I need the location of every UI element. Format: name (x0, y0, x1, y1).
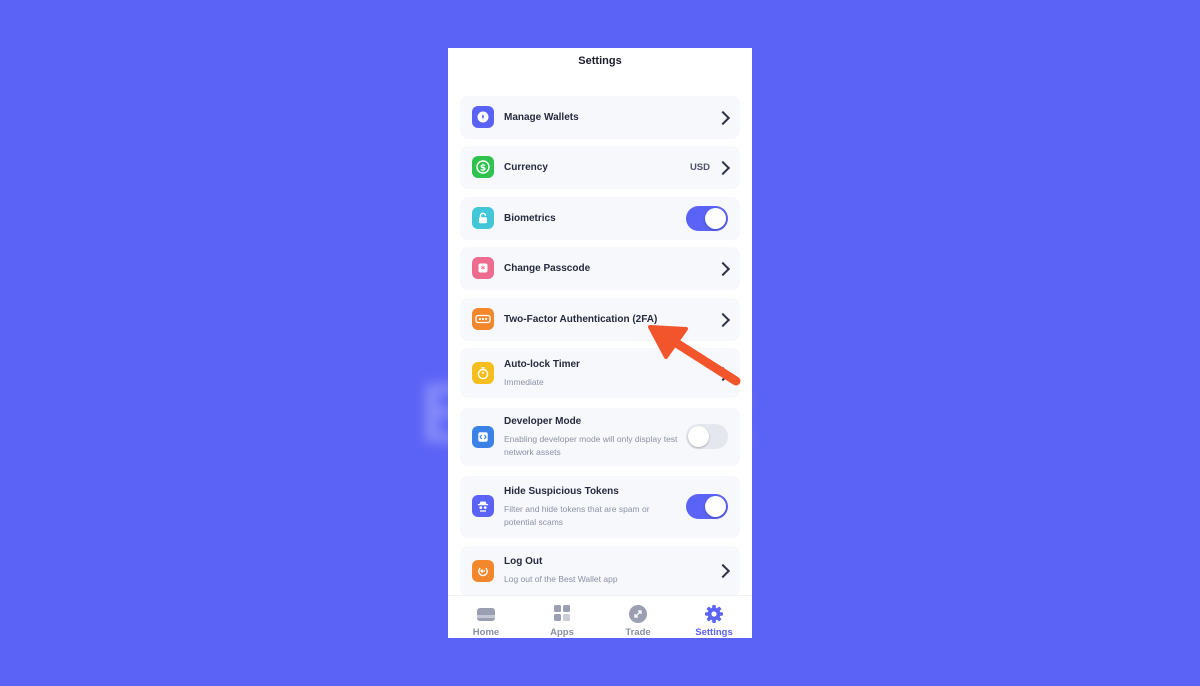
svg-text:*: * (481, 265, 486, 275)
bottom-tab-bar: Home Apps Trade Settings (448, 595, 752, 638)
grid-icon (554, 605, 570, 621)
logout-icon (472, 560, 494, 582)
settings-item-label: Developer Mode (504, 416, 582, 427)
settings-item-manage-wallets[interactable]: Manage Wallets (460, 96, 740, 139)
toggle-knob (688, 426, 709, 447)
settings-item-label: Biometrics (504, 213, 556, 224)
chevron-right-icon (715, 160, 731, 176)
settings-item-auto-lock[interactable]: Auto-lock Timer Immediate (460, 348, 740, 398)
settings-item-subtitle: Log out of the Best Wallet app (504, 574, 618, 584)
phone-screen: Settings Manage Wallets $ Currency USD B… (448, 48, 752, 638)
tab-label: Home (472, 627, 500, 638)
settings-item-label: Log Out (504, 556, 543, 567)
page-title: Settings (578, 55, 622, 67)
spy-icon (472, 495, 494, 517)
chevron-right-icon (715, 366, 731, 382)
gear-icon (705, 605, 723, 623)
developer-mode-toggle[interactable] (686, 424, 728, 449)
timer-icon (472, 362, 494, 384)
chevron-right-icon (715, 261, 731, 277)
settings-item-change-passcode[interactable]: * Change Passcode (460, 247, 740, 290)
asterisk-icon: * (472, 257, 494, 279)
settings-item-biometrics: Biometrics (460, 197, 740, 240)
swap-icon (629, 605, 647, 623)
settings-item-log-out[interactable]: Log Out Log out of the Best Wallet app (460, 546, 740, 596)
settings-item-currency[interactable]: $ Currency USD (460, 146, 740, 189)
settings-item-hide-suspicious-tokens: Hide Suspicious Tokens Filter and hide t… (460, 476, 740, 538)
toggle-knob (705, 496, 726, 517)
tab-settings[interactable]: Settings (676, 596, 752, 638)
dollar-icon: $ (472, 156, 494, 178)
lock-icon (472, 207, 494, 229)
tab-label: Settings (695, 627, 733, 638)
settings-item-label: Change Passcode (504, 263, 591, 274)
biometrics-toggle[interactable] (686, 206, 728, 231)
settings-item-label: Two-Factor Authentication (2FA) (504, 314, 658, 325)
settings-item-label: Hide Suspicious Tokens (504, 486, 619, 497)
settings-item-label: Currency (504, 162, 548, 173)
tab-home[interactable]: Home (448, 596, 524, 638)
chevron-right-icon (715, 563, 731, 579)
hide-suspicious-tokens-toggle[interactable] (686, 494, 728, 519)
tab-label: Apps (550, 627, 574, 638)
wallet-card-icon (477, 608, 495, 621)
code-icon (472, 426, 494, 448)
toggle-knob (705, 208, 726, 229)
settings-item-two-factor[interactable]: Two-Factor Authentication (2FA) (460, 298, 740, 341)
tab-label: Trade (625, 627, 651, 638)
tab-trade[interactable]: Trade (600, 596, 676, 638)
settings-item-label: Manage Wallets (504, 112, 579, 123)
password-dots-icon (472, 308, 494, 330)
tab-apps[interactable]: Apps (524, 596, 600, 638)
wallet-icon (472, 106, 494, 128)
chevron-right-icon (715, 110, 731, 126)
settings-item-subtitle: Immediate (504, 377, 544, 387)
settings-item-subtitle: Enabling developer mode will only displa… (504, 434, 678, 457)
settings-item-developer-mode: Developer Mode Enabling developer mode w… (460, 408, 740, 466)
settings-item-subtitle: Filter and hide tokens that are spam or … (504, 504, 650, 527)
chevron-right-icon (715, 312, 731, 328)
currency-value: USD (689, 162, 710, 173)
svg-text:$: $ (480, 164, 486, 174)
settings-item-label: Auto-lock Timer (504, 359, 580, 370)
